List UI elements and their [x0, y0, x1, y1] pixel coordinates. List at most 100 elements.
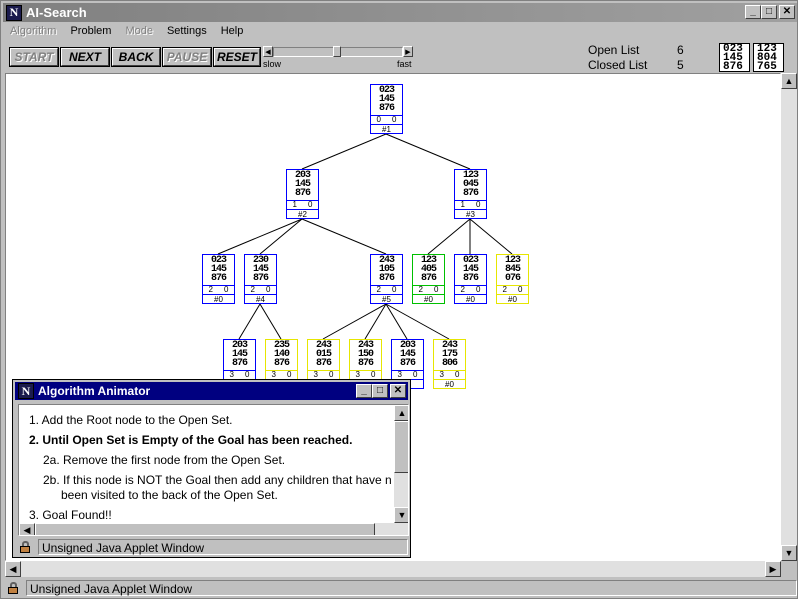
- animator-title-bar[interactable]: N Algorithm Animator _ □ ✕: [15, 382, 408, 400]
- node-label: #0: [434, 379, 465, 389]
- node-board: 023 145 876: [455, 255, 486, 285]
- node-row: 876: [294, 188, 311, 199]
- scroll-right-arrow-icon[interactable]: ▶: [765, 561, 781, 577]
- reset-button[interactable]: RESET: [213, 47, 261, 67]
- node-board: 023 145 876: [371, 85, 402, 115]
- node-h-cost: 0: [371, 370, 376, 379]
- algorithm-animator-window: N Algorithm Animator _ □ ✕ 1. Add the Ro…: [12, 379, 411, 558]
- node-costs: 3 0: [224, 370, 255, 379]
- lock-icon: [6, 581, 22, 595]
- node-label: #0: [203, 294, 234, 304]
- minimize-button[interactable]: _: [745, 5, 761, 19]
- tree-node[interactable]: 123 845 076 2 0 #0: [496, 254, 529, 304]
- horizontal-scrollbar[interactable]: ◀ ▶: [5, 561, 781, 577]
- node-row: 876: [420, 273, 437, 284]
- animator-vertical-scrollbar[interactable]: ▲ ▼: [394, 405, 408, 535]
- next-button[interactable]: NEXT: [60, 47, 110, 67]
- back-button[interactable]: BACK: [111, 47, 161, 67]
- tree-node[interactable]: 243 105 876 2 0 #5: [370, 254, 403, 304]
- slider-left-arrow-icon[interactable]: ◀: [263, 46, 273, 57]
- status-text: Unsigned Java Applet Window: [26, 580, 797, 596]
- node-board: 123 045 876: [455, 170, 486, 200]
- node-h-cost: 0: [434, 285, 439, 294]
- node-row: 876: [399, 358, 416, 369]
- netscape-logo-icon: N: [18, 383, 34, 399]
- animator-minimize-button[interactable]: _: [356, 384, 372, 398]
- node-h-cost: 0: [455, 370, 460, 379]
- node-g-cost: 2: [250, 285, 255, 294]
- menu-settings[interactable]: Settings: [160, 23, 214, 41]
- animator-maximize-button[interactable]: □: [372, 384, 388, 398]
- vertical-scrollbar[interactable]: ▲ ▼: [781, 73, 797, 561]
- menu-mode[interactable]: Mode: [118, 23, 160, 41]
- lock-icon: [18, 540, 34, 554]
- back-button-label: BACK: [112, 48, 160, 66]
- scroll-left-arrow-icon[interactable]: ◀: [5, 561, 21, 577]
- slider-thumb[interactable]: [333, 46, 341, 57]
- animator-scroll-down-icon[interactable]: ▼: [394, 507, 408, 523]
- menu-algorithm[interactable]: Algorithm: [3, 23, 63, 41]
- animator-title: Algorithm Animator: [38, 384, 151, 398]
- main-window: N AI-Search _ □ ✕ Algorithm Problem Mode…: [0, 0, 798, 599]
- node-board: 230 145 876: [245, 255, 276, 285]
- animator-scroll-thumb[interactable]: [394, 421, 408, 473]
- speed-slider[interactable]: ◀ ▶: [263, 45, 413, 57]
- next-button-label: NEXT: [61, 48, 109, 66]
- node-g-cost: 1: [292, 200, 297, 209]
- tree-node[interactable]: 123 405 876 2 0 #0: [412, 254, 445, 304]
- node-g-cost: 3: [355, 370, 360, 379]
- goal-state-board: 123 804 765: [753, 43, 784, 73]
- node-board: 123 405 876: [413, 255, 444, 285]
- tree-edge: [238, 303, 261, 340]
- node-costs: 2 0: [413, 285, 444, 294]
- tree-edge: [301, 133, 387, 170]
- menu-problem[interactable]: Problem: [63, 23, 118, 41]
- node-costs: 1 0: [287, 200, 318, 209]
- node-board: 203 145 876: [287, 170, 318, 200]
- node-board: 123 845 076: [497, 255, 528, 285]
- tree-node[interactable]: 023 145 876 0 0 #1: [370, 84, 403, 134]
- node-board: 243 015 876: [308, 340, 339, 370]
- tree-node[interactable]: 023 145 876 2 0 #0: [454, 254, 487, 304]
- node-g-cost: 3: [229, 370, 234, 379]
- node-g-cost: 3: [313, 370, 318, 379]
- animator-scroll-up-icon[interactable]: ▲: [394, 405, 408, 421]
- slider-right-arrow-icon[interactable]: ▶: [403, 46, 413, 57]
- animator-status-bar: Unsigned Java Applet Window: [15, 538, 408, 556]
- tree-node[interactable]: 203 145 876 1 0 #2: [286, 169, 319, 219]
- node-h-cost: 0: [392, 285, 397, 294]
- node-board: 023 145 876: [203, 255, 234, 285]
- open-list-label: Open List: [588, 43, 640, 57]
- algorithm-steps: 1. Add the Root node to the Open Set. 2.…: [18, 404, 409, 536]
- menu-help[interactable]: Help: [214, 23, 251, 41]
- animator-close-button[interactable]: ✕: [390, 384, 406, 398]
- maximize-button[interactable]: □: [761, 5, 777, 19]
- close-button[interactable]: ✕: [779, 5, 795, 19]
- step-2b-cont: been visited to the back of the Open Set…: [61, 488, 278, 502]
- tree-edge: [301, 218, 387, 255]
- scroll-up-arrow-icon[interactable]: ▲: [781, 73, 797, 89]
- tree-node[interactable]: 243 175 806 3 0 #0: [433, 339, 466, 389]
- scroll-down-arrow-icon[interactable]: ▼: [781, 545, 797, 561]
- tree-node[interactable]: 230 145 876 2 0 #4: [244, 254, 277, 304]
- animator-hscroll-thumb[interactable]: [35, 523, 375, 535]
- tree-node[interactable]: 023 145 876 2 0 #0: [202, 254, 235, 304]
- node-board: 243 175 806: [434, 340, 465, 370]
- pause-button[interactable]: PAUSE: [162, 47, 212, 67]
- node-board: 203 145 876: [224, 340, 255, 370]
- node-h-cost: 0: [392, 115, 397, 124]
- status-bar: Unsigned Java Applet Window: [3, 578, 797, 598]
- title-bar[interactable]: N AI-Search _ □ ✕: [3, 3, 797, 22]
- node-row: 876: [357, 358, 374, 369]
- open-list-count: 6: [677, 43, 684, 57]
- slider-fast-label: fast: [397, 59, 412, 69]
- node-h-cost: 0: [329, 370, 334, 379]
- tree-node[interactable]: 123 045 876 1 0 #3: [454, 169, 487, 219]
- node-g-cost: 2: [418, 285, 423, 294]
- closed-list-label: Closed List: [588, 58, 648, 72]
- animator-horizontal-scrollbar[interactable]: ◀: [19, 523, 394, 535]
- node-row: 806: [441, 358, 458, 369]
- animator-scroll-left-icon[interactable]: ◀: [19, 523, 35, 535]
- start-button[interactable]: START: [9, 47, 59, 67]
- node-g-cost: 3: [271, 370, 276, 379]
